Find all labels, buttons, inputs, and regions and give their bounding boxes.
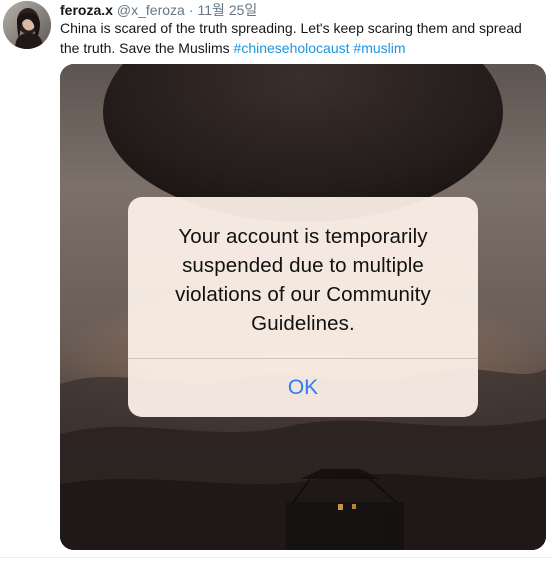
hashtag-link[interactable]: #muslim (353, 40, 405, 56)
suspension-alert-dialog: Your account is temporarily suspended du… (128, 197, 478, 417)
avatar-icon (3, 1, 51, 49)
user-handle[interactable]: @x_feroza (117, 2, 185, 18)
display-name[interactable]: feroza.x (60, 2, 113, 18)
tweet-date[interactable]: 11월 25일 (198, 2, 258, 18)
alert-message-line: Your account is temporarily (178, 225, 428, 248)
ok-button[interactable]: OK (128, 359, 478, 417)
hashtag-link[interactable]: #chineseholocaust (234, 40, 350, 56)
alert-message-line: violations of our Community (175, 283, 431, 306)
alert-message-line: suspended due to multiple (182, 254, 424, 277)
alert-message: Your account is temporarily suspended du… (128, 222, 478, 338)
tweet-text: China is scared of the truth spreading. … (60, 18, 540, 58)
divider (0, 557, 552, 558)
user-avatar[interactable] (3, 1, 51, 49)
alert-message-line: Guidelines. (251, 312, 355, 335)
separator-dot: · (188, 2, 194, 18)
tweet: feroza.x @x_feroza · 11월 25일 China is scare… (0, 0, 552, 562)
tweet-header: feroza.x @x_feroza · 11월 25일 (60, 1, 544, 19)
tweet-media-image[interactable]: Your account is temporarily suspended du… (60, 64, 546, 550)
